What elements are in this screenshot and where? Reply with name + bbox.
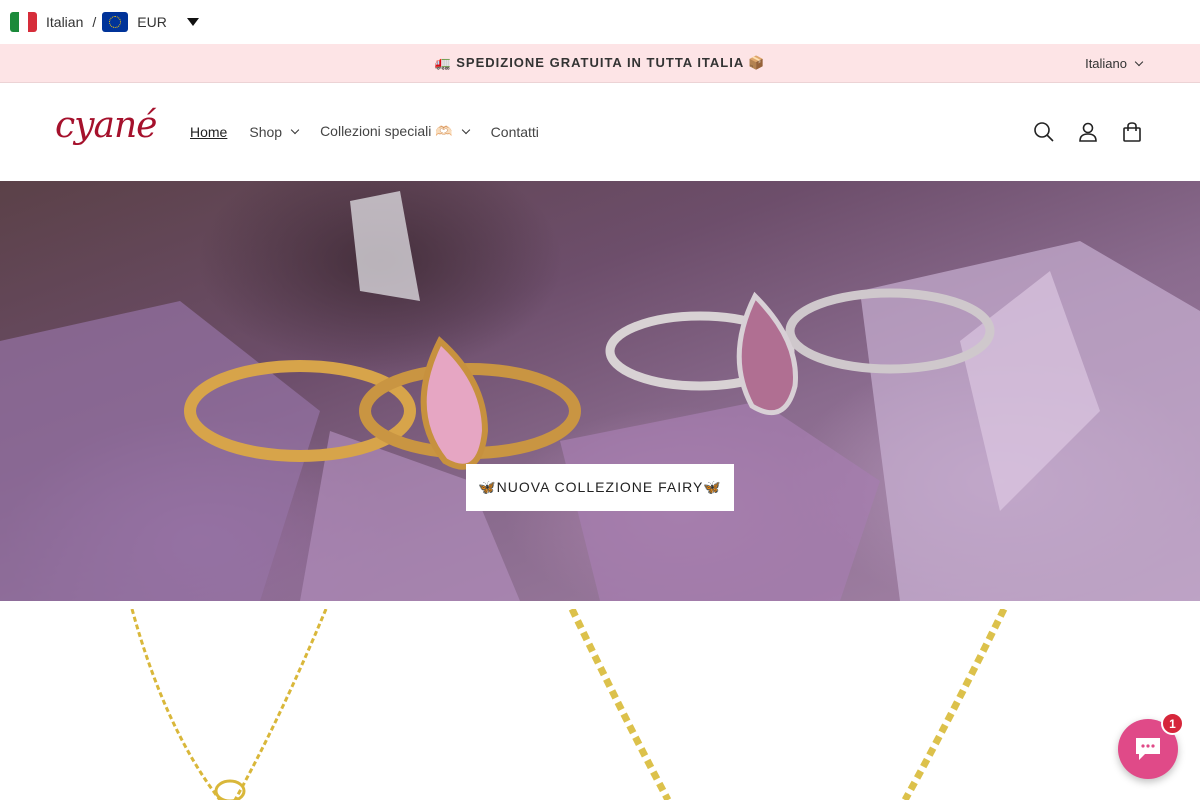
main-nav: Home Shop Collezioni speciali 🫶🏻 Contatt…	[190, 123, 561, 140]
chevron-down-icon	[1134, 57, 1144, 66]
product-preview-strip	[0, 609, 1200, 800]
chevron-down-icon	[461, 125, 470, 134]
nav-item-home[interactable]: Home	[190, 124, 227, 140]
currency-label: EUR	[137, 14, 167, 30]
nav-item-label: Collezioni speciali 🫶🏻	[320, 123, 453, 139]
header-icons	[1012, 117, 1144, 147]
language-label: Italian	[46, 14, 84, 30]
nav-item-shop[interactable]: Shop	[249, 123, 300, 140]
search-icon[interactable]	[1032, 117, 1056, 147]
hero-cta-button[interactable]: 🦋NUOVA COLLEZIONE FAIRY🦋	[466, 464, 734, 511]
brand-logo[interactable]: cyané	[55, 105, 157, 146]
nav-item-label: Home	[190, 123, 228, 140]
chat-notification-badge: 1	[1161, 712, 1184, 735]
site-header: cyané Home Shop Collezioni speciali 🫶🏻 C…	[0, 83, 1200, 181]
nav-item-collezioni-speciali[interactable]: Collezioni speciali 🫶🏻	[320, 123, 470, 140]
locale-bar[interactable]: Italian / EUR	[0, 0, 1200, 44]
account-icon[interactable]	[1076, 117, 1100, 147]
announcement-text: 🚛 SPEDIZIONE GRATUITA IN TUTTA ITALIA 📦	[434, 55, 766, 70]
nav-item-label: Shop	[249, 123, 283, 140]
nav-item-label: Contatti	[490, 123, 539, 140]
nav-item-contatti[interactable]: Contatti	[491, 124, 539, 140]
cart-icon[interactable]	[1120, 117, 1144, 147]
italy-flag-icon	[10, 12, 37, 32]
product-images	[130, 609, 1008, 800]
locale-separator: /	[92, 14, 97, 30]
chat-bubble-icon	[1136, 738, 1160, 760]
caret-down-icon[interactable]	[186, 18, 199, 26]
eu-flag-icon	[102, 12, 129, 32]
chevron-down-icon	[290, 125, 300, 134]
language-selector[interactable]: Italiano	[1085, 56, 1144, 71]
hero-image	[0, 191, 1200, 601]
language-selector-label: Italiano	[1085, 56, 1127, 71]
hero-banner: 🦋NUOVA COLLEZIONE FAIRY🦋	[0, 181, 1200, 601]
announcement-bar: 🚛 SPEDIZIONE GRATUITA IN TUTTA ITALIA 📦 …	[0, 44, 1200, 83]
